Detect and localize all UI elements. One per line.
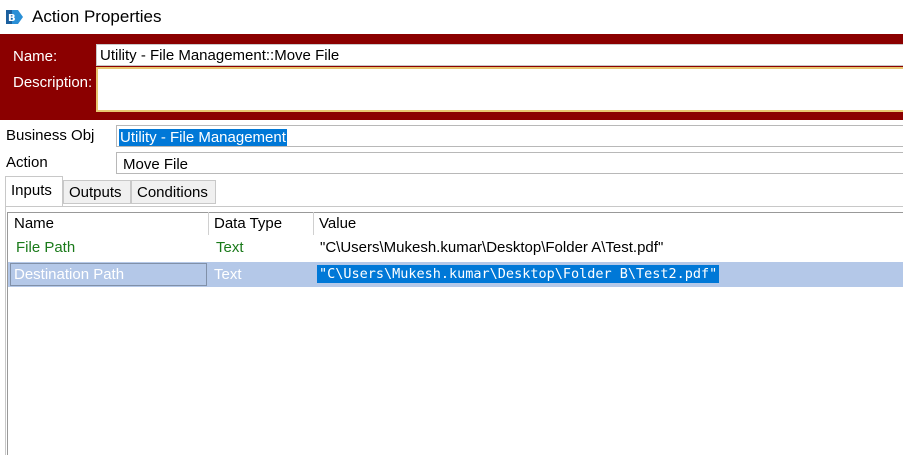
column-header-value[interactable]: Value (319, 215, 356, 232)
name-label: Name: (13, 48, 58, 65)
description-field[interactable] (96, 67, 903, 112)
tab-conditions[interactable]: Conditions (131, 180, 216, 204)
column-header-name[interactable]: Name (14, 215, 54, 232)
row-1-value[interactable]: "C\Users\Mukesh.kumar\Desktop\Folder A\T… (320, 239, 663, 256)
column-divider[interactable] (208, 212, 209, 235)
properties-header: Name: Utility - File Management::Move Fi… (0, 34, 903, 120)
row-2-data-type[interactable]: Text (214, 266, 242, 283)
app-icon: B (6, 10, 23, 24)
row-1-name[interactable]: File Path (16, 239, 75, 256)
tab-outputs[interactable]: Outputs (63, 180, 131, 204)
business-obj-field[interactable]: Utility - File Management (116, 125, 903, 147)
business-obj-value: Utility - File Management (119, 129, 287, 146)
name-field[interactable]: Utility - File Management::Move File (96, 44, 903, 66)
tab-inputs[interactable]: Inputs (5, 176, 63, 206)
column-header-data-type[interactable]: Data Type (214, 215, 282, 232)
svg-text:B: B (8, 13, 16, 24)
description-label: Description: (13, 74, 93, 91)
action-field[interactable]: Move File (116, 152, 903, 174)
title-bar: B Action Properties (0, 0, 903, 34)
row-2-value-editor[interactable]: "C\Users\Mukesh.kumar\Desktop\Folder B\T… (317, 265, 720, 283)
action-label: Action (6, 154, 48, 171)
row-2-name[interactable]: Destination Path (14, 266, 124, 283)
business-obj-label: Business Obj (6, 127, 95, 144)
column-divider[interactable] (313, 212, 314, 235)
row-1-data-type[interactable]: Text (216, 239, 244, 256)
window-title: Action Properties (32, 7, 162, 26)
tab-strip: Inputs Outputs Conditions (0, 176, 903, 206)
